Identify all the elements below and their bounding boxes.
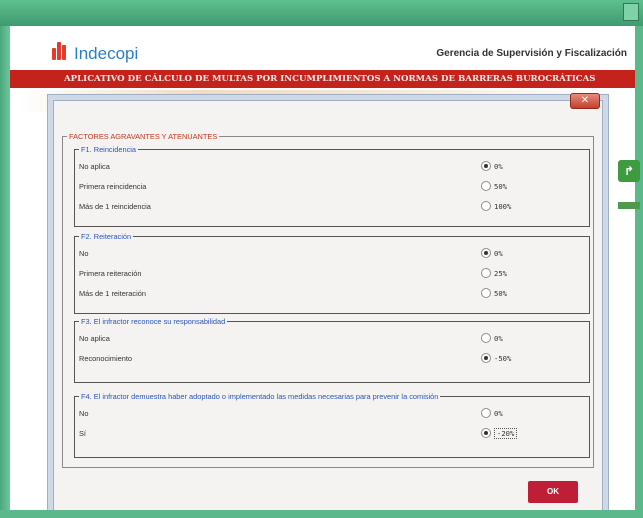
option-radio[interactable] xyxy=(481,161,491,171)
option-label: Reconocimiento xyxy=(79,354,132,363)
option-label: Sí xyxy=(79,429,86,438)
option-value: -50% xyxy=(494,353,512,363)
option-value: 0% xyxy=(494,248,503,258)
factor-group-f1: F1. Reincidencia No aplica 0% Primera reinc… xyxy=(74,144,590,227)
option-radio[interactable] xyxy=(481,181,491,191)
option-radio-wrapper[interactable]: -50% xyxy=(481,353,511,364)
factor-group-title: F3. El infractor reconoce su responsabil… xyxy=(79,316,228,327)
window-close-button[interactable] xyxy=(623,3,639,21)
option-value: 50% xyxy=(494,181,507,191)
factor-option-row[interactable]: Más de 1 reincidencia 100% xyxy=(79,200,585,216)
option-radio[interactable] xyxy=(481,428,491,438)
factor-option-row[interactable]: No aplica 0% xyxy=(79,332,585,348)
factor-group-f2: F2. Reiteración No 0% Primera reiteración 25… xyxy=(74,231,590,314)
ok-button[interactable]: OK xyxy=(528,481,578,503)
option-radio-wrapper[interactable]: 50% xyxy=(481,181,507,192)
app-banner: APLICATIVO DE CÁLCULO DE MULTAS POR INCU… xyxy=(10,70,635,88)
dialog-close-button[interactable]: ✕ xyxy=(570,93,600,109)
option-radio-wrapper[interactable]: -20% xyxy=(481,427,518,439)
option-radio[interactable] xyxy=(481,408,491,418)
option-radio[interactable] xyxy=(481,353,491,363)
factor-option-row[interactable]: Más de 1 reiteración 50% xyxy=(79,287,585,303)
option-radio-wrapper[interactable]: 100% xyxy=(481,201,511,212)
option-value: 0% xyxy=(494,161,503,171)
option-radio-wrapper[interactable]: 0% xyxy=(481,161,503,172)
option-radio[interactable] xyxy=(481,248,491,258)
option-label: No aplica xyxy=(79,334,110,343)
option-value: 50% xyxy=(494,288,507,298)
logo-text: Indecopi xyxy=(74,44,139,63)
option-label: Más de 1 reincidencia xyxy=(79,202,151,211)
side-bar-button[interactable] xyxy=(618,202,640,209)
option-value: 0% xyxy=(494,408,503,418)
option-value: -20% xyxy=(494,427,518,439)
option-value: 100% xyxy=(494,201,512,211)
factor-group-title: F2. Reiteración xyxy=(79,231,134,242)
option-label: No xyxy=(79,249,89,258)
factors-dialog: ✕ FACTORES AGRAVANTES Y ATENUANTES F1. R… xyxy=(53,93,603,517)
factor-option-row[interactable]: Primera reincidencia 50% xyxy=(79,180,585,196)
option-radio[interactable] xyxy=(481,333,491,343)
option-radio-wrapper[interactable]: 50% xyxy=(481,288,507,299)
factor-group-title: F1. Reincidencia xyxy=(79,144,139,155)
factor-group-title: F4. El infractor demuestra haber adoptad… xyxy=(79,391,441,402)
option-radio-wrapper[interactable]: 0% xyxy=(481,333,503,344)
option-label: Primera reincidencia xyxy=(79,182,147,191)
section-title: FACTORES AGRAVANTES Y ATENUANTES xyxy=(67,131,220,142)
option-label: Más de 1 reiteración xyxy=(79,289,146,298)
window-frame-left xyxy=(0,26,10,518)
factor-option-row[interactable]: Primera reiteración 25% xyxy=(79,267,585,283)
option-label: No aplica xyxy=(79,162,110,171)
option-radio[interactable] xyxy=(481,268,491,278)
factor-option-row[interactable]: No aplica 0% xyxy=(79,160,585,176)
option-label: Primera reiteración xyxy=(79,269,142,278)
option-value: 25% xyxy=(494,268,507,278)
forward-arrow-icon[interactable]: ↱ xyxy=(618,160,640,182)
factor-option-row[interactable]: No 0% xyxy=(79,247,585,263)
option-radio[interactable] xyxy=(481,288,491,298)
factor-option-row[interactable]: No 0% xyxy=(79,407,585,423)
factor-group-f3: F3. El infractor reconoce su responsabil… xyxy=(74,316,590,383)
window-frame-right xyxy=(635,26,643,518)
indecopi-logo-icon xyxy=(52,42,70,60)
option-radio-wrapper[interactable]: 25% xyxy=(481,268,507,279)
factor-option-row[interactable]: Reconocimiento -50% xyxy=(79,352,585,368)
factor-group-f4: F4. El infractor demuestra haber adoptad… xyxy=(74,391,590,458)
window-titlebar[interactable] xyxy=(0,0,643,26)
org-name: Gerencia de Supervisión y Fiscalización xyxy=(436,48,627,59)
window-frame-bottom xyxy=(0,510,643,518)
factor-option-row[interactable]: Sí -20% xyxy=(79,427,585,443)
option-label: No xyxy=(79,409,89,418)
option-radio-wrapper[interactable]: 0% xyxy=(481,248,503,259)
option-radio-wrapper[interactable]: 0% xyxy=(481,408,503,419)
option-value: 0% xyxy=(494,333,503,343)
option-radio[interactable] xyxy=(481,201,491,211)
